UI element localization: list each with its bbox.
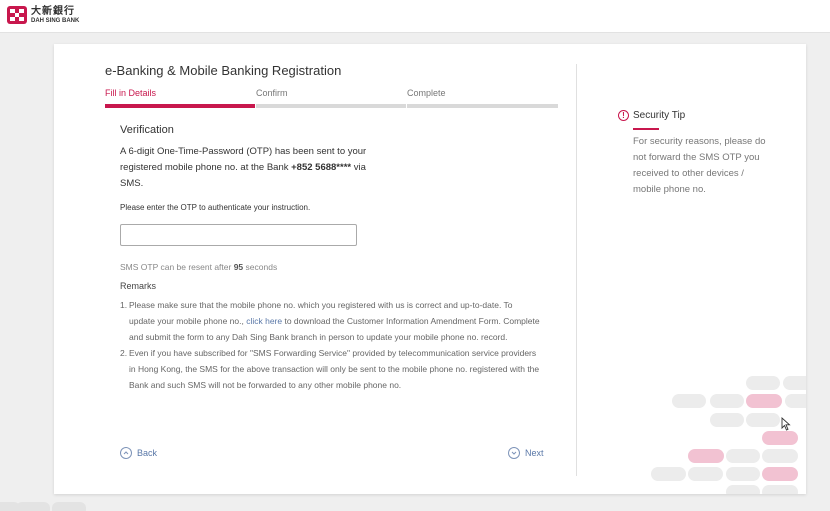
otp-prompt: Please enter the OTP to authenticate you…: [120, 203, 311, 212]
step-bar-fill-in-details: [105, 104, 255, 108]
top-bar: 大新銀行 DAH SING BANK: [0, 0, 830, 33]
decor-pill: [726, 467, 760, 481]
remarks-list: 1. Please make sure that the mobile phone…: [120, 297, 540, 393]
masked-phone-number: +852 5688****: [291, 162, 352, 173]
verification-title: Verification: [120, 124, 174, 136]
resend-prefix: SMS OTP can be resent after: [120, 262, 234, 272]
back-button[interactable]: Back: [120, 447, 157, 459]
resend-seconds: 95: [233, 262, 244, 272]
step-fill-in-details: Fill in Details: [105, 88, 157, 98]
otp-input[interactable]: [120, 224, 357, 246]
decor-pill: [762, 485, 798, 494]
security-tip-underline: [633, 128, 659, 130]
security-tip-header: ! Security Tip: [618, 110, 685, 121]
remarks-title: Remarks: [120, 281, 157, 291]
decor-pill: [688, 449, 724, 463]
step-complete: Complete: [407, 88, 446, 98]
step-confirm: Confirm: [256, 88, 288, 98]
logo-english-name: DAH SING BANK: [31, 17, 80, 24]
decor-pill: [651, 467, 686, 481]
otp-sent-message: A 6-digit One-Time-Password (OTP) has be…: [120, 144, 370, 192]
security-tip-title: Security Tip: [633, 110, 686, 121]
remark-item: 2. Even if you have subscribed for "SMS F…: [120, 345, 540, 393]
chevron-right-icon: [508, 447, 520, 459]
remark-item: 1. Please make sure that the mobile phone…: [120, 297, 540, 345]
resend-suffix: seconds: [243, 262, 278, 272]
decor-pill: [762, 431, 798, 445]
registration-card: e-Banking & Mobile Banking Registration …: [54, 44, 806, 494]
decor-pill: [785, 394, 806, 408]
column-divider: [576, 64, 577, 476]
step-bar-complete: [407, 104, 558, 108]
decor-pill: [710, 394, 744, 408]
decor-pill: [726, 449, 760, 463]
decor-pill: [746, 376, 780, 390]
next-button[interactable]: Next: [508, 447, 544, 459]
step-bar-confirm: [256, 104, 406, 108]
next-label: Next: [525, 448, 544, 458]
page-title: e-Banking & Mobile Banking Registration: [105, 63, 342, 78]
bottom-tab[interactable]: [52, 502, 86, 511]
remark-number: 2.: [120, 348, 128, 358]
decor-pill: [726, 485, 760, 494]
remark-text: Even if you have subscribed for "SMS For…: [129, 348, 540, 390]
mouse-cursor-icon: [781, 417, 791, 431]
decor-pill: [762, 467, 798, 481]
dah-sing-logo[interactable]: 大新銀行 DAH SING BANK: [7, 6, 79, 24]
chevron-left-icon: [120, 447, 132, 459]
click-here-link[interactable]: click here: [246, 316, 282, 326]
decor-pill: [783, 376, 806, 390]
decor-pill: [672, 394, 706, 408]
security-tip-body: For security reasons, please do not forw…: [633, 136, 766, 195]
decor-pill: [688, 467, 723, 481]
decor-pill: [710, 413, 744, 427]
back-label: Back: [137, 448, 158, 458]
logo-chinese-name: 大新銀行: [31, 5, 75, 17]
remark-number: 1.: [120, 300, 128, 310]
bottom-tab[interactable]: [16, 502, 50, 511]
decor-pill: [762, 449, 798, 463]
resend-timer: SMS OTP can be resent after 95 seconds: [120, 262, 277, 272]
exclamation-icon: !: [618, 110, 629, 121]
dah-sing-logo-icon: [7, 6, 27, 24]
decor-pill: [746, 394, 782, 408]
decor-pill: [746, 413, 780, 427]
